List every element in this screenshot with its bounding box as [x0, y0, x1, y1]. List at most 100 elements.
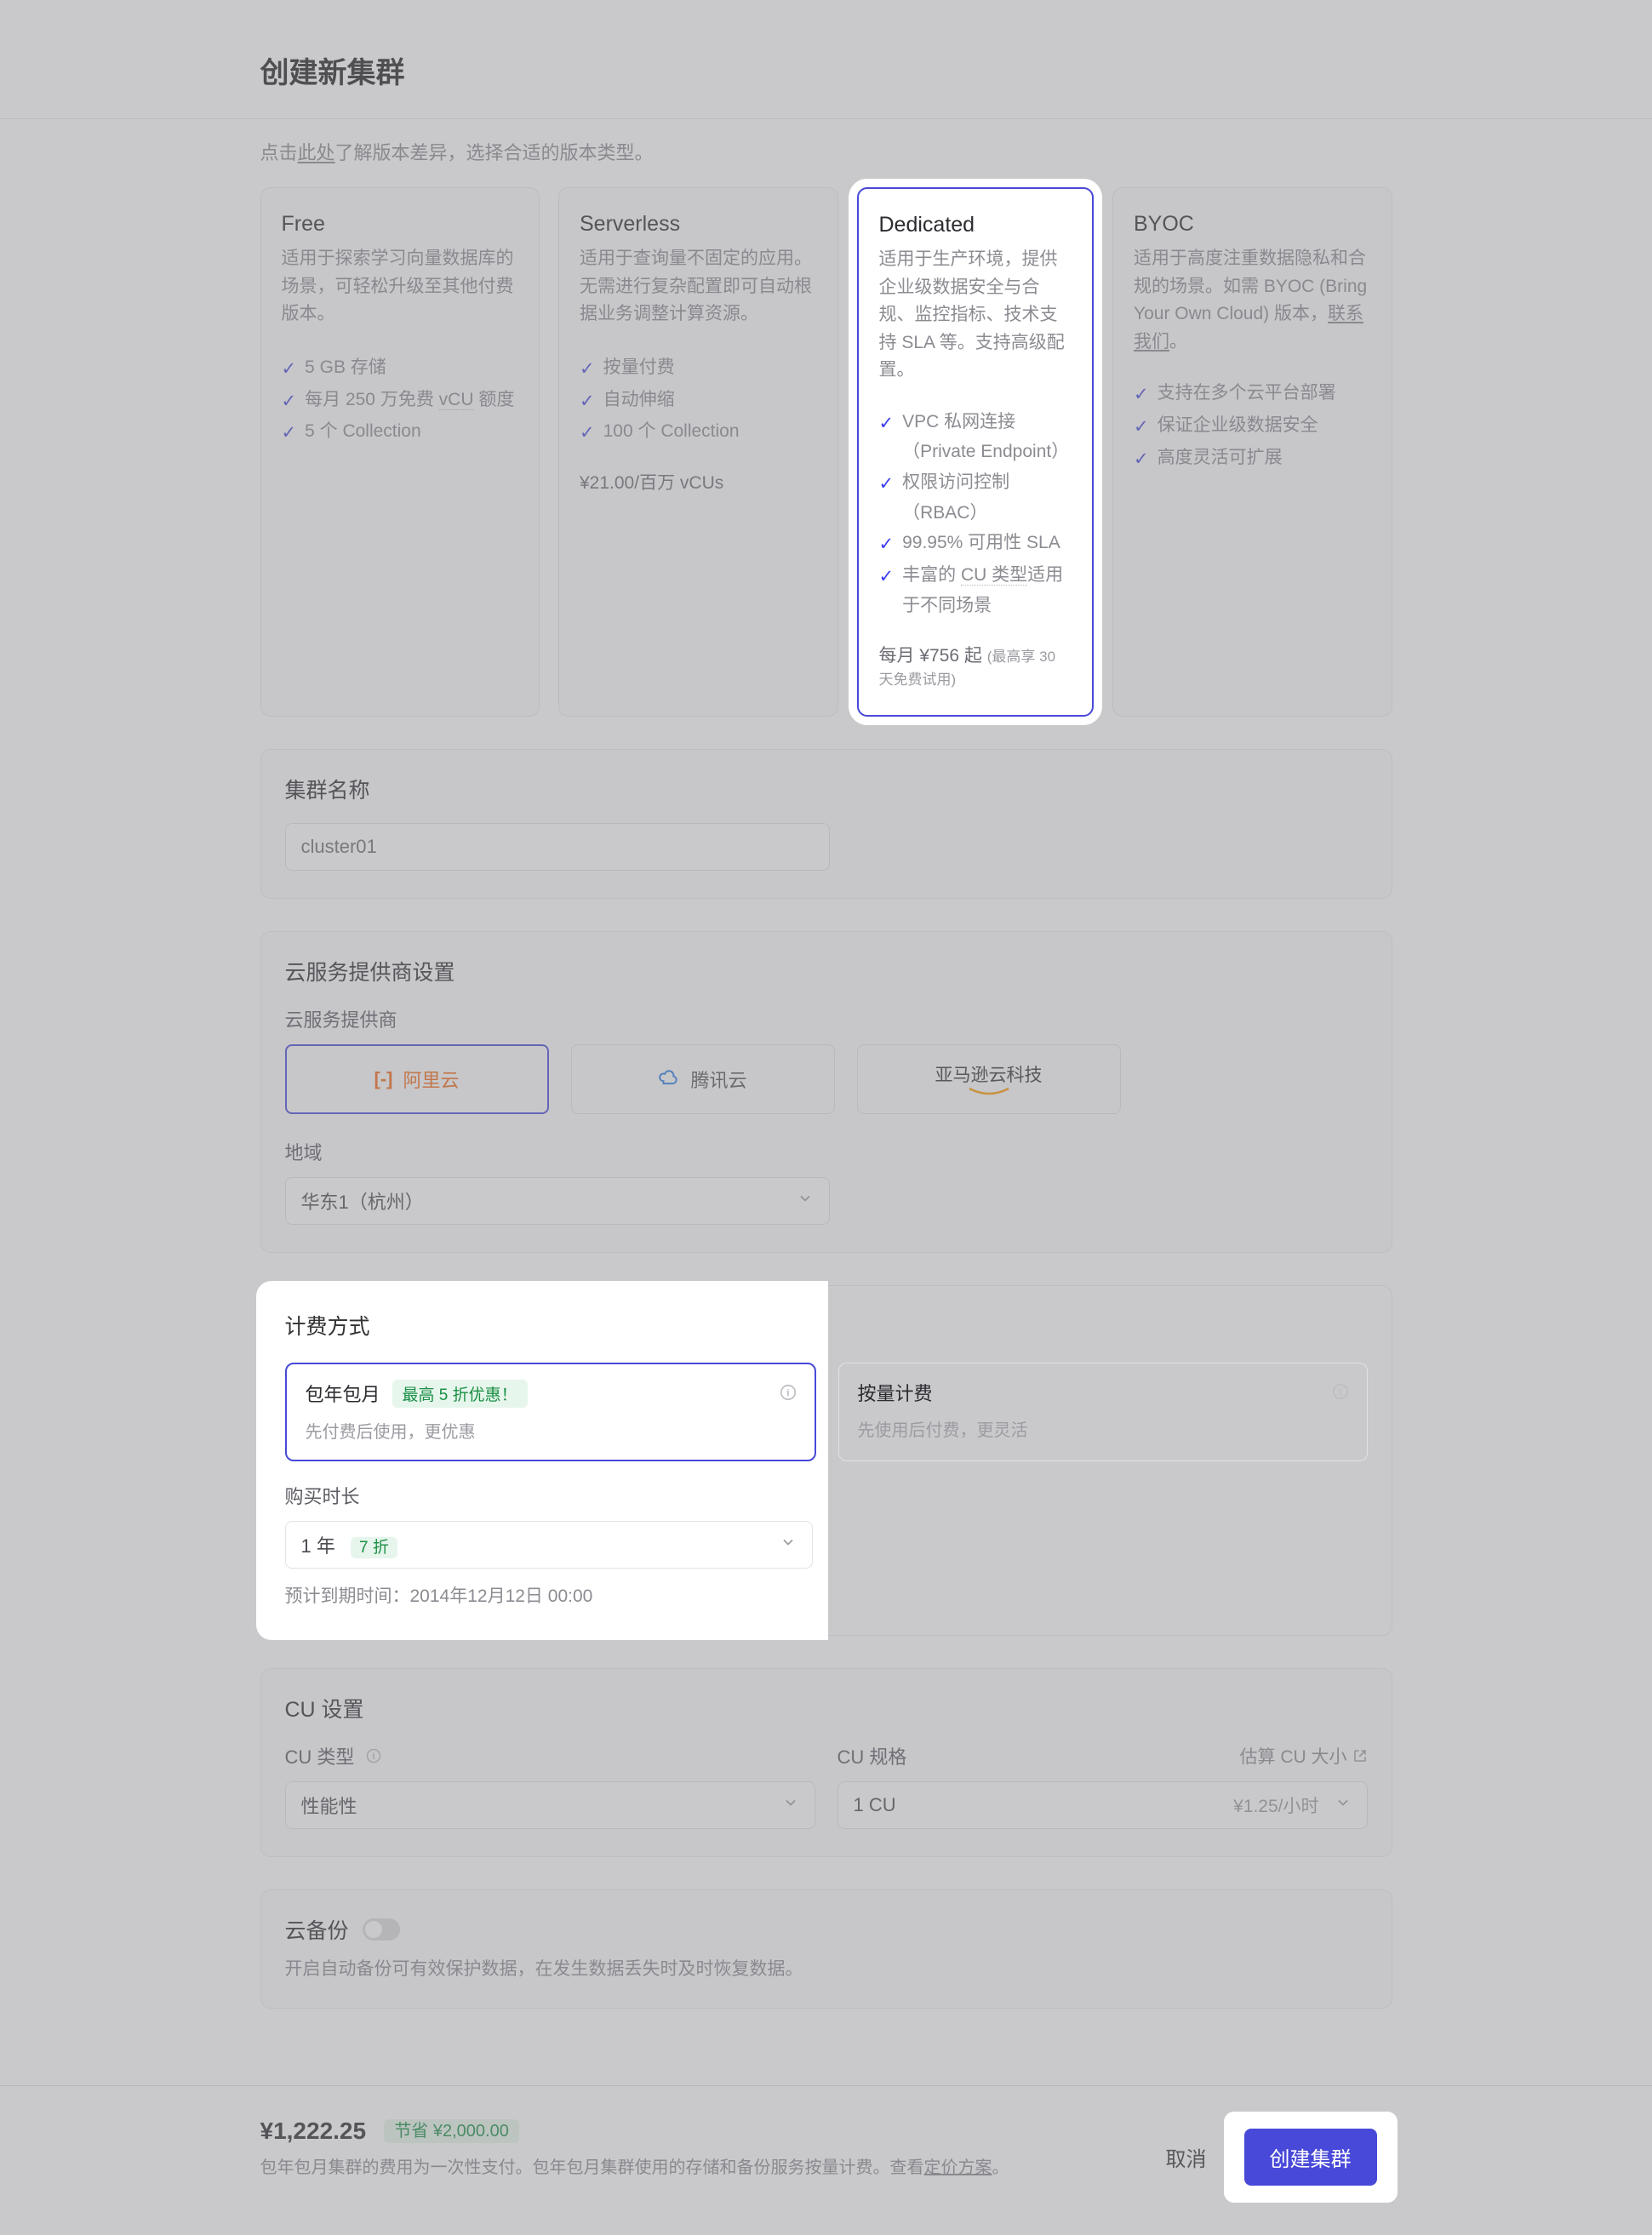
backup-title: 云备份: [285, 1914, 349, 1945]
expire-line: 预计到期时间：2014年12月12日 00:00: [285, 1582, 1368, 1608]
provider-label-aliyun: 阿里云: [403, 1066, 459, 1093]
plan-features-free: ✓5 GB 存储 ✓每月 250 万免费 vCU 额度 ✓5 个 Collect…: [282, 352, 519, 449]
feature-text: 5 GB 存储: [305, 352, 386, 383]
check-icon: ✓: [580, 354, 595, 385]
version-diff-link[interactable]: 此处: [298, 142, 335, 163]
provider-aws[interactable]: 亚马逊云科技: [857, 1044, 1121, 1114]
info-icon[interactable]: [1331, 1380, 1350, 1407]
plan-card-serverless[interactable]: Serverless 适用于查询量不固定的应用。无需进行复杂配置即可自动根据业务…: [558, 187, 838, 717]
check-icon: ✓: [879, 529, 895, 560]
plan-features-serverless: ✓ 按量付费 ✓ 自动伸缩 ✓ 100 个 Collection: [580, 352, 817, 449]
chevron-down-icon: [1335, 1794, 1352, 1816]
cu-type-select[interactable]: 性能性: [285, 1781, 815, 1829]
info-icon[interactable]: [779, 1381, 797, 1408]
plan-price-dedicated: 每月 ¥756 起 (最高享 30 天免费试用): [879, 642, 1072, 689]
feature-text: 100 个 Collection: [603, 416, 740, 447]
byoc-desc-suffix: 。: [1169, 332, 1187, 352]
cluster-name-title: 集群名称: [285, 774, 1368, 804]
check-icon: ✓: [1134, 412, 1149, 443]
total-price: ¥1,222.25: [260, 2118, 367, 2145]
backup-toggle[interactable]: [363, 1918, 400, 1941]
plan-title-free: Free: [282, 212, 519, 237]
feature-text: 按量付费: [603, 352, 675, 383]
billing-title: 计费方式: [285, 1310, 1368, 1340]
check-icon: ✓: [879, 409, 895, 439]
provider-label-aws: 亚马逊云科技: [935, 1061, 1043, 1087]
chevron-down-icon: [780, 1534, 797, 1556]
feature-text: 每月 250 万免费 vCU 额度: [305, 385, 514, 415]
billing-prepaid-desc: 先付费后使用，更优惠: [306, 1418, 796, 1443]
duration-select[interactable]: 1 年 7 折: [285, 1521, 813, 1569]
feature-text: 自动伸缩: [603, 385, 675, 415]
cancel-button[interactable]: 取消: [1166, 2142, 1207, 2172]
feature-text: 支持在多个云平台部署: [1158, 378, 1336, 409]
duration-discount-tag: 7 折: [351, 1537, 397, 1558]
cu-spec-value: 1 CU: [854, 1794, 896, 1816]
billing-postpaid-title: 按量计费: [858, 1379, 933, 1406]
region-label: 地域: [285, 1138, 1368, 1165]
check-icon: ✓: [282, 386, 297, 417]
check-icon: ✓: [879, 469, 895, 500]
plan-card-free[interactable]: Free 适用于探索学习向量数据库的场景，可轻松升级至其他付费版本。 ✓5 GB…: [260, 187, 540, 717]
plan-desc-serverless: 适用于查询量不固定的应用。无需进行复杂配置即可自动根据业务调整计算资源。: [580, 245, 817, 330]
plan-title-dedicated: Dedicated: [879, 213, 1072, 237]
region-select[interactable]: 华东1（杭州）: [285, 1177, 830, 1225]
aliyun-icon: [-]: [374, 1068, 393, 1090]
discount-badge: 最高 5 折优惠！: [392, 1380, 528, 1408]
tencent-icon: [658, 1068, 680, 1090]
plan-desc-byoc: 适用于高度注重数据隐私和合规的场景。如需 BYOC (Bring Your Ow…: [1134, 245, 1371, 356]
check-icon: ✓: [580, 418, 595, 449]
hint-prefix: 点击: [260, 142, 298, 163]
cu-type-label: CU 类型: [285, 1742, 382, 1769]
cluster-name-input[interactable]: [285, 823, 830, 871]
hint-suffix: 了解版本差异，选择合适的版本类型。: [335, 142, 654, 163]
price-prefix: 每月 ¥756 起: [879, 646, 982, 666]
cu-section-title: CU 设置: [285, 1693, 1368, 1723]
aws-icon: [968, 1087, 1010, 1097]
pricing-link[interactable]: 定价方案: [924, 2158, 992, 2177]
billing-postpaid[interactable]: 按量计费 先使用后付费，更灵活: [838, 1363, 1368, 1461]
check-icon: ✓: [1134, 380, 1149, 410]
plan-desc-dedicated: 适用于生产环境，提供企业级数据安全与合规、监控指标、技术支持 SLA 等。支持高…: [879, 246, 1072, 385]
provider-tencent[interactable]: 腾讯云: [571, 1044, 835, 1114]
provider-label: 云服务提供商: [285, 1005, 1368, 1032]
chevron-down-icon: [782, 1794, 799, 1816]
provider-row: [-] 阿里云 腾讯云 亚马逊云科技: [285, 1044, 1368, 1114]
check-icon: ✓: [580, 386, 595, 417]
billing-prepaid-title: 包年包月: [306, 1380, 380, 1407]
plan-card-byoc[interactable]: BYOC 适用于高度注重数据隐私和合规的场景。如需 BYOC (Bring Yo…: [1112, 187, 1392, 717]
cu-spec-select[interactable]: 1 CU ¥1.25/小时: [837, 1781, 1368, 1829]
feature-text: VPC 私网连接（Private Endpoint）: [902, 407, 1072, 467]
plan-row: Free 适用于探索学习向量数据库的场景，可轻松升级至其他付费版本。 ✓5 GB…: [260, 187, 1392, 717]
plan-card-dedicated[interactable]: Dedicated 适用于生产环境，提供企业级数据安全与合规、监控指标、技术支持…: [857, 187, 1095, 717]
save-badge: 节省 ¥2,000.00: [384, 2119, 519, 2143]
check-icon: ✓: [282, 354, 297, 385]
info-icon[interactable]: [365, 1747, 382, 1769]
feature-text: 99.95% 可用性 SLA: [902, 528, 1060, 558]
backup-section: 云备份 开启自动备份可有效保护数据，在发生数据丢失时及时恢复数据。: [260, 1889, 1392, 2009]
page-title: 创建新集群: [260, 49, 1392, 91]
feature-text: 权限访问控制（RBAC）: [902, 467, 1072, 528]
version-hint: 点击此处了解版本差异，选择合适的版本类型。: [260, 138, 1392, 165]
cloud-provider-section: 云服务提供商设置 云服务提供商 [-] 阿里云 腾讯云 亚马逊云科技: [260, 931, 1392, 1253]
external-link-icon: [1352, 1748, 1368, 1763]
region-value: 华东1（杭州）: [301, 1187, 424, 1215]
check-icon: ✓: [879, 562, 895, 592]
provider-aliyun[interactable]: [-] 阿里云: [285, 1044, 549, 1114]
feature-text: 高度灵活可扩展: [1158, 443, 1283, 473]
plan-features-byoc: ✓ 支持在多个云平台部署 ✓ 保证企业级数据安全 ✓ 高度灵活可扩展: [1134, 378, 1371, 474]
expire-label: 预计到期时间：: [285, 1586, 410, 1606]
feature-text: 丰富的 CU 类型适用于不同场景: [902, 560, 1072, 620]
estimate-cu-link[interactable]: 估算 CU 大小: [1240, 1743, 1368, 1769]
provider-section-title: 云服务提供商设置: [285, 956, 1368, 986]
cu-spec-label: CU 规格: [837, 1742, 907, 1769]
create-cluster-button[interactable]: 创建集群: [1244, 2129, 1377, 2186]
cu-spec-price: ¥1.25/小时: [1233, 1792, 1318, 1818]
billing-section: 计费方式 包年包月 最高 5 折优惠！ 先付费后使用，更优惠: [260, 1285, 1392, 1636]
billing-prepaid[interactable]: 包年包月 最高 5 折优惠！ 先付费后使用，更优惠: [285, 1363, 816, 1461]
plan-price-serverless: ¥21.00/百万 vCUs: [580, 469, 817, 494]
plan-title-byoc: BYOC: [1134, 212, 1371, 237]
check-icon: ✓: [1134, 444, 1149, 475]
cu-type-value: 性能性: [301, 1792, 357, 1819]
feature-text: 保证企业级数据安全: [1158, 410, 1318, 441]
